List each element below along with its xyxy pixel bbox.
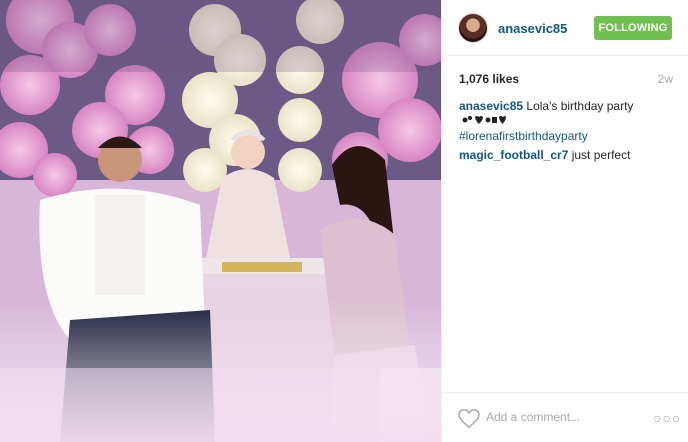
comment-caption: anasevic85 Lola's birthday party #lorena… xyxy=(459,99,673,144)
heart-icon[interactable] xyxy=(458,409,480,429)
post-header: anasevic85 FOLLOWING xyxy=(442,0,688,56)
following-button[interactable]: FOLLOWING xyxy=(594,16,672,40)
comment-hashtag[interactable]: #lorenafirstbirthdayparty xyxy=(459,129,588,143)
comment-username[interactable]: anasevic85 xyxy=(459,99,523,113)
more-options-icon[interactable]: ○○○ xyxy=(653,410,681,426)
comment-username[interactable]: magic_football_cr7 xyxy=(459,148,568,162)
comments-list: anasevic85 Lola's birthday party #lorena… xyxy=(459,99,673,167)
likes-row: 1,076 likes 2w xyxy=(459,72,673,86)
post-footer: Add a comment... ○○○ xyxy=(442,392,688,442)
likes-count[interactable]: 1,076 likes xyxy=(459,72,519,86)
post-sidebar: anasevic85 FOLLOWING 1,076 likes 2w anas… xyxy=(441,0,688,442)
author-username[interactable]: anasevic85 xyxy=(498,21,567,36)
comment-text: Lola's birthday party xyxy=(526,99,634,113)
emoji-icons xyxy=(462,114,506,129)
comment-input[interactable]: Add a comment... xyxy=(486,410,580,424)
photo-image xyxy=(0,0,441,442)
post-timestamp[interactable]: 2w xyxy=(658,72,673,86)
comment-text: just perfect xyxy=(571,148,631,163)
comment-item: magic_football_cr7 just perfect xyxy=(459,148,673,163)
avatar[interactable] xyxy=(458,13,488,43)
post-photo[interactable] xyxy=(0,0,441,442)
